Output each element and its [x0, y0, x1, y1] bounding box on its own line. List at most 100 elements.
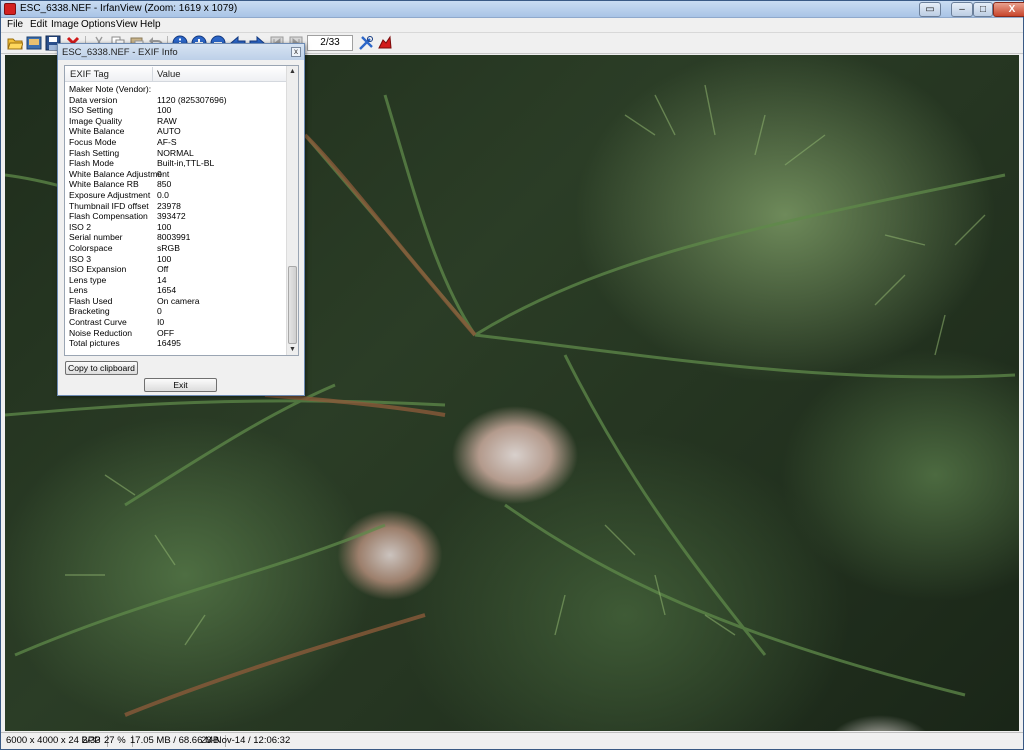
column-divider[interactable]: [152, 67, 153, 81]
exif-row[interactable]: Maker Note (Vendor):: [65, 84, 287, 95]
exif-tag-cell: Image Quality: [69, 115, 123, 126]
exif-row[interactable]: Image Quality RAW: [65, 116, 287, 127]
irfanview-app-icon[interactable]: [4, 3, 16, 15]
exif-value-cell: RAW: [157, 115, 177, 126]
exif-value-cell: 100: [157, 221, 172, 232]
open-folder-icon[interactable]: [7, 35, 23, 51]
exif-row[interactable]: Bracketing 0: [65, 306, 287, 317]
exif-value-cell: OFF: [157, 327, 175, 338]
exif-list[interactable]: EXIF Tag Value Maker Note (Vendor): Data …: [64, 65, 299, 356]
exif-value-cell: Built-in,TTL-BL: [157, 158, 215, 169]
column-header-value[interactable]: Value: [157, 69, 181, 80]
menu-edit[interactable]: Edit: [30, 19, 47, 30]
exif-row[interactable]: Thumbnail IFD offset 23978: [65, 201, 287, 212]
maximize-button[interactable]: □: [973, 2, 993, 17]
exif-tag-cell: Flash Compensation: [69, 211, 148, 222]
exif-value-cell: 0.0: [157, 189, 169, 200]
exif-row[interactable]: Data version 1120 (825307696): [65, 95, 287, 106]
exif-row[interactable]: White Balance Adjustment 0: [65, 169, 287, 180]
exif-tag-cell: ISO Setting: [69, 105, 113, 116]
exif-row[interactable]: Total pictures 16495: [65, 338, 287, 349]
status-zoom: 27 %: [104, 735, 133, 747]
exif-value-cell: 8003991: [157, 232, 191, 243]
scrollbar-thumb[interactable]: [288, 266, 297, 344]
menu-options[interactable]: Options: [81, 19, 115, 30]
exif-value-cell: Off: [157, 264, 169, 275]
exif-tag-cell: Lens: [69, 285, 88, 296]
exif-value-cell: 1120 (825307696): [157, 94, 227, 105]
exif-row[interactable]: White Balance RB 850: [65, 179, 287, 190]
exif-info-dialog: ESC_6338.NEF - EXIF Info x EXIF Tag Valu…: [57, 43, 305, 396]
menu-help[interactable]: Help: [140, 19, 161, 30]
minimize-button[interactable]: –: [951, 2, 973, 17]
exif-value-cell: AF-S: [157, 136, 177, 147]
exif-tag-cell: Colorspace: [69, 242, 113, 253]
exif-value-cell: sRGB: [157, 242, 180, 253]
exif-row[interactable]: White Balance AUTO: [65, 126, 287, 137]
exif-value-cell: 100: [157, 105, 172, 116]
dialog-title-bar[interactable]: ESC_6338.NEF - EXIF Info x: [58, 44, 304, 60]
exif-row[interactable]: Focus Mode AF-S: [65, 137, 287, 148]
column-header-tag[interactable]: EXIF Tag: [70, 69, 109, 80]
exif-row[interactable]: Flash Setting NORMAL: [65, 148, 287, 159]
exif-value-cell: 14: [157, 274, 167, 285]
exif-tag-cell: Flash Used: [69, 295, 113, 306]
exif-row[interactable]: ISO 3 100: [65, 254, 287, 265]
exif-row[interactable]: ISO Setting 100: [65, 105, 287, 116]
menu-file[interactable]: File: [7, 19, 23, 30]
exif-tag-cell: Bracketing: [69, 306, 110, 317]
exif-row[interactable]: Flash Used On camera: [65, 296, 287, 307]
exif-rows: Maker Note (Vendor): Data version 1120 (82…: [65, 84, 287, 349]
dialog-title: ESC_6338.NEF - EXIF Info: [62, 47, 178, 58]
exif-value-cell: 23978: [157, 200, 181, 211]
exif-row[interactable]: Lens 1654: [65, 285, 287, 296]
dialog-close-icon[interactable]: x: [291, 47, 301, 57]
title-bar[interactable]: ESC_6338.NEF - IrfanView (Zoom: 1619 x 1…: [1, 1, 1024, 18]
exif-tag-cell: White Balance RB: [69, 179, 139, 190]
exif-list-header: EXIF Tag Value: [65, 66, 287, 82]
thumbnails-icon[interactable]: [26, 35, 42, 51]
exif-tag-cell: Maker Note (Vendor):: [69, 84, 152, 94]
exif-tag-cell: Focus Mode: [69, 136, 117, 147]
exif-tag-cell: Lens type: [69, 274, 107, 285]
exif-tag-cell: Contrast Curve: [69, 317, 127, 328]
exif-list-scrollbar[interactable]: ▲ ▼: [286, 66, 298, 355]
exif-value-cell: 16495: [157, 338, 181, 349]
exif-value-cell: I0: [157, 317, 165, 328]
exif-row[interactable]: Serial number 8003991: [65, 232, 287, 243]
fullscreen-button[interactable]: ▭: [919, 2, 941, 17]
exif-row[interactable]: Colorspace sRGB: [65, 243, 287, 254]
exif-value-cell: 1654: [157, 285, 177, 296]
exif-value-cell: 0: [157, 306, 162, 317]
menu-view[interactable]: View: [116, 19, 138, 30]
close-button[interactable]: X: [993, 2, 1024, 17]
exif-tag-cell: Exposure Adjustment: [69, 189, 151, 200]
exif-row[interactable]: Lens type 14: [65, 275, 287, 286]
tools-icon[interactable]: [358, 35, 374, 51]
exit-button[interactable]: Exit: [144, 378, 217, 392]
exif-tag-cell: Flash Mode: [69, 158, 114, 169]
irfanview-cat-icon[interactable]: [377, 35, 393, 51]
scroll-down-icon[interactable]: ▼: [287, 344, 298, 355]
copy-to-clipboard-button[interactable]: Copy to clipboard: [65, 361, 138, 375]
exif-tag-cell: Thumbnail IFD offset: [69, 200, 149, 211]
exif-tag-cell: Serial number: [69, 232, 123, 243]
exif-tag-cell: Data version: [69, 94, 118, 105]
exif-row[interactable]: Flash Mode Built-in,TTL-BL: [65, 158, 287, 169]
window-title: ESC_6338.NEF - IrfanView (Zoom: 1619 x 1…: [20, 3, 238, 14]
exif-row[interactable]: Noise Reduction OFF: [65, 328, 287, 339]
page-number-field[interactable]: 2/33: [307, 35, 353, 51]
exif-value-cell: 0: [157, 168, 162, 179]
exif-row[interactable]: Exposure Adjustment 0.0: [65, 190, 287, 201]
menu-image[interactable]: Image: [51, 19, 79, 30]
exif-row[interactable]: ISO 2 100: [65, 222, 287, 233]
exif-row[interactable]: Flash Compensation 393472: [65, 211, 287, 222]
exif-value-cell: 850: [157, 179, 172, 190]
exif-tag-cell: ISO Expansion: [69, 264, 127, 275]
exif-tag-cell: Total pictures: [69, 338, 120, 349]
menu-bar: File Edit Image Options View Help: [1, 18, 1023, 33]
exif-tag-cell: Noise Reduction: [69, 327, 133, 338]
scroll-up-icon[interactable]: ▲: [287, 66, 298, 77]
exif-row[interactable]: ISO Expansion Off: [65, 264, 287, 275]
exif-row[interactable]: Contrast Curve I0: [65, 317, 287, 328]
